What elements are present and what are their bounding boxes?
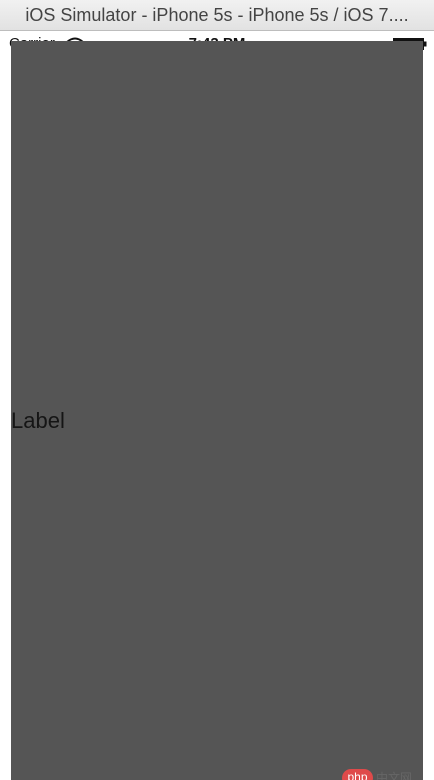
simulator-right-margin <box>423 56 434 780</box>
simulator-left-margin <box>0 56 11 780</box>
window-title: iOS Simulator - iPhone 5s - iPhone 5s / … <box>25 5 409 25</box>
window-titlebar[interactable]: iOS Simulator - iPhone 5s - iPhone 5s / … <box>0 0 434 31</box>
content-label: Label <box>11 408 65 433</box>
ios-simulator-window: iOS Simulator - iPhone 5s - iPhone 5s / … <box>0 0 434 780</box>
app-content-view <box>11 41 423 780</box>
